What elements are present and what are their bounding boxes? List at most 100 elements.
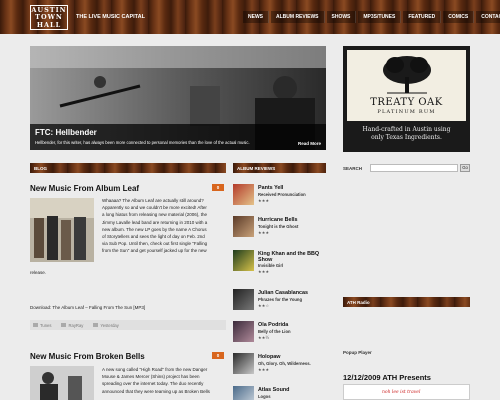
- ath-presents-title[interactable]: 12/12/2009 ATH Presents: [343, 373, 431, 382]
- post-title[interactable]: New Music From Broken Bells: [30, 352, 145, 361]
- post-title[interactable]: New Music From Album Leaf: [30, 184, 139, 193]
- ath-radio-label: ATH Radio: [347, 299, 370, 305]
- site-logo[interactable]: AUSTIN TOWN HALL: [30, 5, 68, 30]
- post-excerpt-line: a long hiatus from releasing new materia…: [102, 212, 208, 218]
- nav-shows[interactable]: SHOWS: [326, 11, 357, 23]
- featured-story[interactable]: FTC: Hellbender Hellbender, for this wri…: [30, 46, 326, 150]
- nav-album-reviews[interactable]: ALBUM REVIEWS: [271, 11, 325, 23]
- post-excerpt: A new song called "High Road" from the n…: [102, 366, 210, 395]
- album-cover[interactable]: [233, 289, 254, 310]
- album-subtitle: Belly of the Lion: [258, 329, 291, 334]
- post-excerpt-line: Jimmy Lavalle lead band are returning in…: [102, 219, 208, 225]
- album-rating: ★★☆: [258, 303, 270, 308]
- album-rating: ★★★: [258, 269, 270, 274]
- album-cover[interactable]: [233, 184, 254, 205]
- oak-tree-icon: [383, 56, 431, 94]
- album-reviews-section-header: ALBUM REVIEWS: [233, 163, 326, 173]
- comment-count-badge[interactable]: 0: [212, 184, 224, 191]
- ad-brand: TREATY OAK: [370, 97, 443, 108]
- post-excerpt-line: Apparently so and we couldn't be more ex…: [102, 205, 207, 211]
- post-excerpt-line: via Sub Pop. Until then, check out first…: [102, 241, 208, 247]
- featured-description: Hellbender, for this writer, has always …: [35, 140, 250, 145]
- nav-comics[interactable]: COMICS: [443, 11, 475, 23]
- album-title[interactable]: Holopaw: [258, 354, 326, 360]
- ad-tagline: Hand-crafted in Austin using only Texas …: [343, 126, 470, 142]
- ad-panel: TREATY OAK PLATINUM RUM: [347, 50, 466, 121]
- poster-text: noh lee ist travel: [382, 390, 421, 395]
- album-cover[interactable]: [233, 321, 254, 342]
- album-review-item[interactable]: Holopaw Oh, Glory. Oh, Wilderness. ★★★: [233, 353, 326, 383]
- post-photo[interactable]: [30, 198, 94, 262]
- event-poster[interactable]: noh lee ist travel: [343, 384, 470, 400]
- popup-player-link[interactable]: Popup Player: [343, 350, 372, 355]
- tag-author[interactable]: RayRay: [61, 323, 83, 328]
- logo-line: HALL: [36, 20, 62, 29]
- ath-radio-header: ATH Radio: [343, 297, 470, 307]
- read-more-link[interactable]: Read More: [298, 141, 321, 146]
- ad-tagline-line: Hand-crafted in Austin using: [362, 126, 451, 133]
- album-rating: ★★★: [258, 198, 270, 203]
- tag-icon: [33, 323, 38, 327]
- post-tags-bar: Tunes RayRay Yesterday: [30, 320, 226, 330]
- album-rating: ★★½: [258, 335, 270, 340]
- search-label: SEARCH: [343, 166, 363, 171]
- post-excerpt-line: spreading over the internet today. The d…: [102, 381, 204, 387]
- download-link[interactable]: Download: The Album Leaf – Falling From …: [30, 305, 145, 310]
- comment-count-badge[interactable]: 0: [212, 352, 224, 359]
- post-excerpt-line: announced that they were teaming up as B…: [102, 388, 210, 394]
- featured-title[interactable]: FTC: Hellbender: [35, 128, 321, 137]
- post-excerpt-line: from the Sun" and get yourself jacked up…: [102, 248, 207, 254]
- post-excerpt-line: A new song called "High Road" from the n…: [102, 367, 208, 372]
- album-review-item[interactable]: Ola Podrida Belly of the Lion ★★½: [233, 321, 326, 351]
- album-title[interactable]: Atlas Sound: [258, 387, 326, 393]
- post-excerpt-end: release.: [30, 270, 47, 275]
- album-review-item[interactable]: Pants Yell Received Pronunciation ★★★: [233, 184, 326, 214]
- blog-label: BLOG: [34, 165, 47, 171]
- album-rating: ★★★: [258, 367, 270, 372]
- album-review-item[interactable]: Julian Casablancas Phrazes for the Young ★…: [233, 289, 326, 319]
- site-tagline: THE LIVE MUSIC CAPITAL: [76, 14, 145, 20]
- album-cover[interactable]: [233, 353, 254, 374]
- treaty-oak-ad[interactable]: TREATY OAK PLATINUM RUM Hand-crafted in …: [343, 46, 470, 152]
- album-title[interactable]: King Khan and the BBQ Show: [258, 251, 326, 263]
- post-excerpt-line: of Storytellers and sees the light of da…: [102, 234, 205, 240]
- ad-tagline-line: only Texas Ingredients.: [371, 134, 442, 141]
- calendar-icon: [93, 323, 99, 327]
- album-title[interactable]: Ola Podrida: [258, 322, 326, 328]
- tag-tunes[interactable]: Tunes: [33, 323, 51, 328]
- album-review-item[interactable]: King Khan and the BBQ Show Invisible Girl…: [233, 250, 326, 280]
- album-title[interactable]: Pants Yell: [258, 185, 326, 191]
- nav-featured[interactable]: FEATURED: [403, 11, 442, 23]
- album-cover[interactable]: [233, 386, 254, 400]
- post-excerpt-line: new album. The new LP goes by the name A…: [102, 226, 207, 232]
- post-photo[interactable]: [30, 366, 94, 400]
- post-excerpt: Whaaaa? The Album Leaf are actually stil…: [102, 197, 207, 255]
- post-excerpt-line: Mouse & James Mercer (Shins) project has…: [102, 374, 200, 380]
- album-title[interactable]: Hurricane Bells: [258, 217, 326, 223]
- album-subtitle: Oh, Glory. Oh, Wilderness.: [258, 361, 311, 366]
- main-nav: NEWS ALBUM REVIEWS SHOWS MP3S/TUNES FEAT…: [243, 11, 500, 23]
- album-subtitle: Received Pronunciation: [258, 192, 306, 197]
- featured-caption: FTC: Hellbender Hellbender, for this wri…: [30, 124, 326, 150]
- tag-date[interactable]: Yesterday: [93, 323, 119, 328]
- album-subtitle: Phrazes for the Young: [258, 297, 303, 302]
- nav-contact[interactable]: CONTACT: [476, 11, 500, 23]
- album-title[interactable]: Julian Casablancas: [258, 290, 326, 296]
- tag-label: RayRay: [68, 322, 84, 328]
- album-cover[interactable]: [233, 216, 254, 237]
- blog-section-header: BLOG: [30, 163, 226, 173]
- album-reviews-label: ALBUM REVIEWS: [237, 165, 276, 171]
- tag-label: Tunes: [40, 322, 52, 328]
- user-icon: [61, 323, 67, 327]
- search-input[interactable]: [370, 164, 458, 172]
- album-cover[interactable]: [233, 250, 254, 271]
- nav-news[interactable]: NEWS: [243, 11, 269, 23]
- ad-subtitle: PLATINUM RUM: [377, 109, 436, 115]
- post-excerpt-line: Whaaaa? The Album Leaf are actually stil…: [102, 198, 204, 203]
- site-header: AUSTIN TOWN HALL THE LIVE MUSIC CAPITAL …: [0, 0, 500, 34]
- album-review-item[interactable]: Hurricane Bells Tonight is the Ghost ★★★: [233, 216, 326, 246]
- nav-mp3s-tunes[interactable]: MP3S/TUNES: [358, 11, 402, 23]
- search-go-button[interactable]: Go: [460, 164, 470, 172]
- album-subtitle: Invisible Girl: [258, 263, 284, 268]
- album-review-item[interactable]: Atlas Sound Logos: [233, 386, 326, 400]
